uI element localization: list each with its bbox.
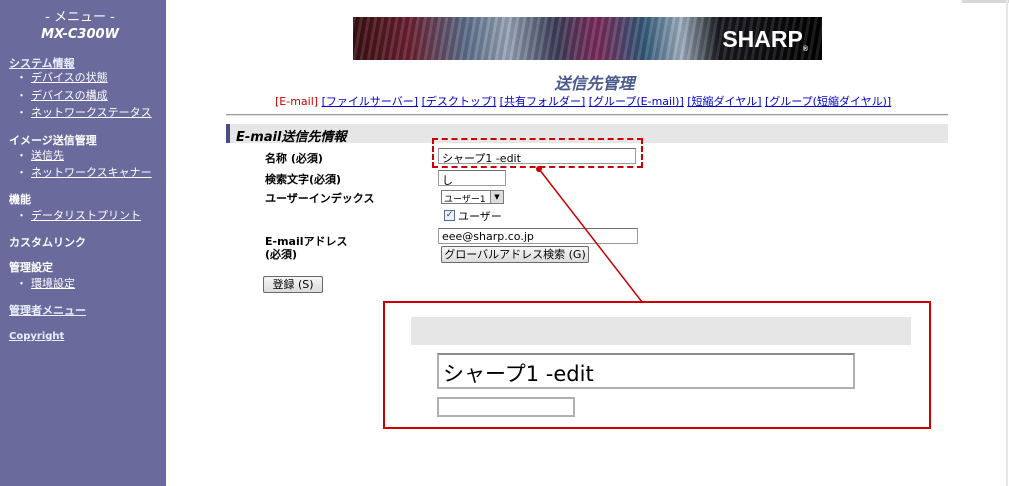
zoom-search-input: [437, 397, 575, 417]
zoom-name-input: シャープ1 -edit: [437, 353, 855, 389]
callout-line: [538, 168, 643, 303]
zoom-section-band: [411, 317, 911, 345]
zoom-callout: シャープ1 -edit: [383, 301, 931, 429]
